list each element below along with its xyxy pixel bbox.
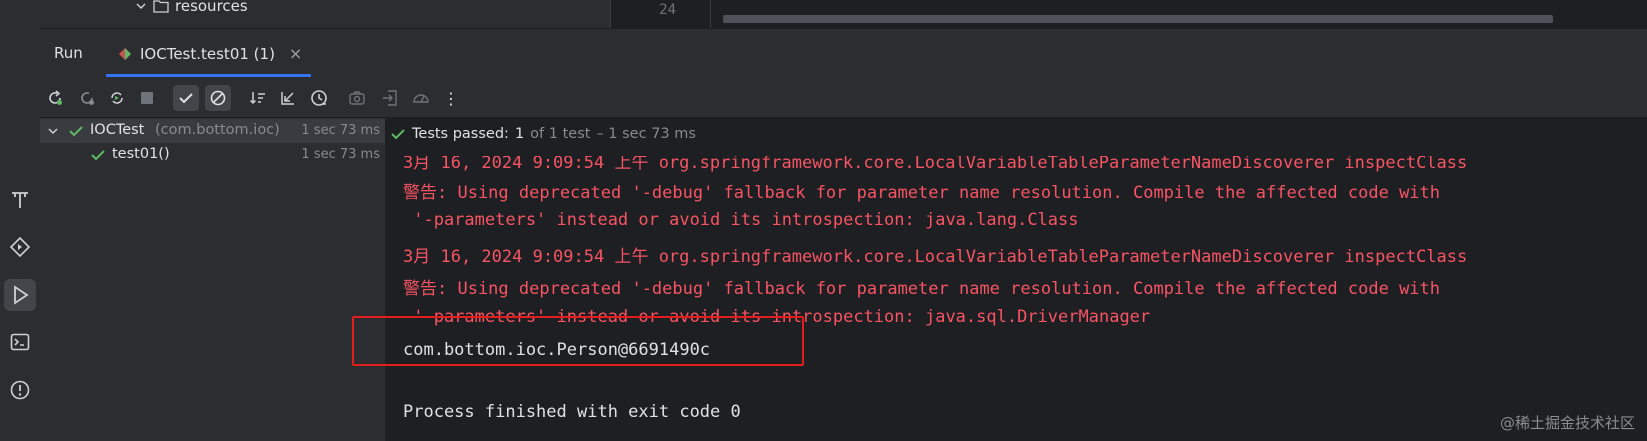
tab-label: IOCTest.test01 (1) [140, 44, 275, 63]
console-output[interactable]: Tests passed: 1 of 1 test – 1 sec 73 ms … [386, 118, 1647, 441]
console-line: 警告: Using deprecated '-debug' fallback f… [403, 183, 1441, 203]
show-passed-icon[interactable] [173, 85, 199, 111]
tree-item-test01[interactable]: test01() 1 sec 73 ms [40, 143, 385, 167]
console-line-exit: Process finished with exit code 0 [403, 402, 741, 422]
run-tool-window-header: Run IOCTest.test01 (1) × [40, 28, 1647, 77]
tree-item-time: 1 sec 73 ms [301, 147, 380, 162]
top-area: resources 24 [40, 0, 1647, 28]
console-line: 3月 16, 2024 9:09:54 上午 org.springframewo… [403, 247, 1468, 267]
translate-icon[interactable] [4, 184, 36, 216]
tree-item-name: test01() [112, 146, 170, 162]
toggle-auto-test-icon[interactable] [104, 85, 130, 111]
tree-item-ioctest[interactable]: IOCTest (com.bottom.ioc) 1 sec 73 ms [40, 119, 385, 143]
terminal-icon[interactable] [4, 326, 36, 358]
chevron-down-icon[interactable] [135, 0, 147, 12]
project-tree-row[interactable]: resources [135, 0, 248, 15]
tree-item-name: IOCTest [90, 122, 145, 138]
status-total: of 1 test [530, 126, 591, 142]
problems-icon[interactable] [4, 374, 36, 406]
test-class-icon [119, 47, 131, 60]
check-icon [91, 150, 105, 161]
highlight-box [352, 316, 804, 366]
run-toolbar: ⋮ [40, 77, 1647, 118]
screenshot-icon[interactable] [344, 85, 370, 111]
history-icon[interactable] [306, 85, 332, 111]
console-line: 警告: Using deprecated '-debug' fallback f… [403, 279, 1441, 299]
console-line: 3月 16, 2024 9:09:54 上午 org.springframewo… [403, 153, 1468, 173]
services-icon[interactable] [4, 231, 36, 263]
import-icon[interactable] [377, 85, 403, 111]
run-window-title: Run [54, 44, 83, 62]
folder-icon [153, 0, 169, 13]
editor-body [710, 0, 1647, 28]
chevron-down-icon[interactable] [47, 125, 59, 137]
horizontal-scrollbar[interactable] [723, 15, 1553, 23]
folder-label: resources [175, 0, 248, 15]
stop-icon[interactable] [134, 85, 160, 111]
show-ignored-icon[interactable] [205, 85, 231, 111]
status-duration: – 1 sec 73 ms [596, 126, 696, 142]
line-number: 24 [659, 2, 676, 18]
tree-item-time: 1 sec 73 ms [301, 123, 380, 138]
collapse-icon[interactable] [275, 85, 301, 111]
activity-strip [0, 0, 41, 441]
coverage-icon[interactable] [408, 85, 434, 111]
tab-ioctest-test01[interactable]: IOCTest.test01 (1) × [106, 29, 311, 77]
sort-icon[interactable] [245, 85, 271, 111]
run-icon[interactable] [4, 279, 36, 311]
rerun-icon[interactable] [42, 85, 68, 111]
console-line: '-parameters' instead or avoid its intro… [403, 210, 1079, 230]
check-icon [391, 129, 405, 140]
tree-item-package: (com.bottom.ioc) [155, 122, 280, 138]
editor-gutter: 24 [610, 0, 711, 28]
more-icon[interactable]: ⋮ [438, 85, 464, 111]
watermark: @稀土掘金技术社区 [1499, 414, 1635, 432]
test-tree: IOCTest (com.bottom.ioc) 1 sec 73 ms tes… [40, 118, 386, 441]
status-passed-count: 1 [514, 126, 525, 142]
status-prefix: Tests passed: [412, 126, 509, 142]
check-icon [69, 126, 83, 137]
test-status-bar: Tests passed: 1 of 1 test – 1 sec 73 ms [390, 126, 696, 142]
rerun-failed-icon[interactable] [74, 85, 100, 111]
tab-close-icon[interactable]: × [289, 44, 302, 63]
